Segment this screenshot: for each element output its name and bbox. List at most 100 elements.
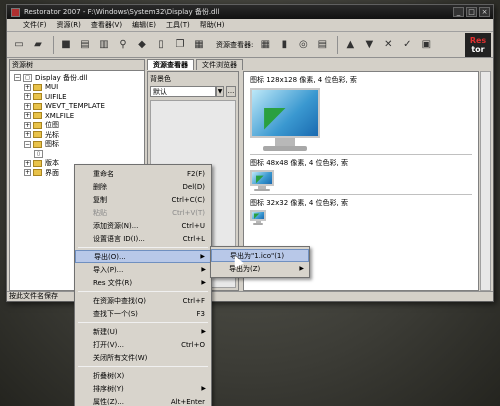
viewer-binary-icon[interactable]: ▮ (276, 37, 292, 53)
expand-icon[interactable]: + (24, 169, 31, 177)
background-label: 背景色 (150, 75, 171, 83)
menu-item-close-all[interactable]: 关闭所有文件(W) (75, 351, 211, 364)
expand-icon[interactable]: + (24, 83, 31, 91)
expand-icon[interactable]: + (24, 112, 31, 120)
submenu-arrow-icon: ▶ (200, 253, 205, 260)
tab-resource-viewer[interactable]: 资源查看器 (147, 59, 194, 70)
chevron-down-icon[interactable]: ▼ (216, 86, 224, 97)
search-icon[interactable]: ⚲ (115, 37, 131, 53)
tree-item-label: WEVT_TEMPLATE (45, 102, 105, 111)
folder-icon (33, 140, 42, 148)
cross-icon[interactable]: ✕ (380, 37, 396, 53)
paste-icon[interactable]: ▦ (191, 37, 207, 53)
monitor-icon-large: ◤ (250, 88, 320, 151)
tree-item-label: 图标 (45, 140, 59, 149)
folder-icon[interactable]: ▤ (77, 37, 93, 53)
divider (250, 194, 472, 195)
menu-tools[interactable]: 工具(T) (166, 20, 190, 30)
submenu-arrow-icon: ▶ (201, 279, 206, 286)
folder-icon (33, 102, 42, 110)
expand-icon[interactable]: + (24, 102, 31, 110)
menu-item-sort-tree[interactable]: 排序树(Y) ▶ (75, 382, 211, 395)
menu-item-import[interactable]: 导入(P)... ▶ (75, 263, 211, 276)
menu-item-open[interactable]: 打开(V)... Ctrl+O (75, 338, 211, 351)
folder-icon (33, 169, 42, 177)
collapse-icon[interactable]: − (24, 140, 31, 148)
open-folder-icon[interactable]: ▰ (30, 37, 46, 53)
viewer-text-icon[interactable]: ▤ (314, 37, 330, 53)
expand-icon[interactable]: + (24, 159, 31, 167)
tree-item[interactable]: − 图标 (14, 140, 144, 150)
stamp-icon[interactable]: ▣ (418, 37, 434, 53)
menu-edit[interactable]: 编辑(E) (132, 20, 156, 30)
check-icon[interactable]: ✓ (399, 37, 415, 53)
menu-item-export-as-file[interactable]: 导出为"1.ico"(1) (211, 249, 309, 262)
export-icon[interactable]: ▥ (96, 37, 112, 53)
minimize-button[interactable]: _ (453, 7, 464, 17)
tree-item[interactable]: + XMLFILE (14, 111, 144, 121)
menu-item-export-as[interactable]: 导出为(Z) ▶ (211, 262, 309, 275)
menu-item-properties[interactable]: 属性(Z)... Alt+Enter (75, 395, 211, 406)
resource-tree-header: 资源树 (10, 60, 144, 71)
toolbar-separator (53, 35, 54, 54)
menu-resource[interactable]: 资源(R) (57, 20, 81, 30)
menu-item-add-resource[interactable]: 添加资源(N)... Ctrl+U (75, 219, 211, 232)
menu-item-export[interactable]: 导出(O)... ▶ (75, 250, 211, 263)
tag-icon[interactable]: ◆ (134, 37, 150, 53)
menu-item-new[interactable]: 新建(U) ▶ (75, 325, 211, 338)
maximize-button[interactable]: □ (466, 7, 477, 17)
tree-item[interactable]: + UIFILE (14, 92, 144, 102)
tree-item[interactable]: + MUI (14, 83, 144, 93)
tree-item-label: XMLFILE (45, 111, 75, 120)
viewer-grid-icon[interactable]: ▦ (257, 37, 273, 53)
tab-file-browser[interactable]: 文件浏览器 (196, 59, 243, 70)
viewer-rc-icon[interactable]: ◎ (295, 37, 311, 53)
title-bar[interactable]: Restorator 2007 - F:\Windows\System32\Di… (7, 5, 493, 19)
expand-icon[interactable]: + (24, 131, 31, 139)
tree-item-label: 界面 (45, 168, 59, 177)
menu-item-collapse-tree[interactable]: 折叠树(X) (75, 369, 211, 382)
context-menu: 重命名 F2(F) 删除 Del(D) 复制 Ctrl+C(C) 粘贴 Ctrl+V(T… (74, 164, 212, 406)
menu-item-delete[interactable]: 删除 Del(D) (75, 180, 211, 193)
vertical-scrollbar[interactable] (480, 71, 491, 291)
tree-item-root[interactable]: − □ Display 备份.dll (14, 73, 144, 83)
toolbar-separator (337, 35, 339, 54)
tree-item[interactable]: + 位图 (14, 121, 144, 131)
menu-file[interactable]: 文件(F) (23, 20, 47, 30)
menu-item-set-language[interactable]: 设置语言 ID(I)... Ctrl+L (75, 232, 211, 245)
tree-item[interactable]: + WEVT_TEMPLATE (14, 102, 144, 112)
icon-size-label: 图标 128x128 像素, 4 位色彩, 索 (250, 76, 357, 84)
app-icon (11, 7, 20, 17)
menu-item-find-next[interactable]: 查找下一个(S) F3 (75, 307, 211, 320)
monitor-icon-medium: ◤ (250, 170, 274, 191)
menu-help[interactable]: 帮助(H) (200, 20, 225, 30)
tree-item-label: 版本 (45, 159, 59, 168)
arrow-up-icon[interactable]: ▲ (342, 37, 358, 53)
close-button[interactable]: × (479, 7, 490, 17)
menu-item-find[interactable]: 在资源中查找(Q) Ctrl+F (75, 294, 211, 307)
collapse-icon[interactable]: − (14, 74, 21, 82)
background-select[interactable]: 默认 (150, 86, 216, 97)
tree-item-selected[interactable]: ▯ (14, 149, 144, 159)
restorator-logo: Res tor (465, 33, 491, 57)
browse-button[interactable]: ... (226, 86, 236, 97)
menu-item-res-file[interactable]: Res 文件(R) ▶ (75, 276, 211, 289)
folder-icon (33, 159, 42, 167)
menu-viewer[interactable]: 查看器(V) (91, 20, 122, 30)
expand-icon[interactable]: + (24, 121, 31, 129)
folder-icon (33, 112, 42, 120)
new-file-icon[interactable]: ▭ (11, 37, 27, 53)
menu-item-copy[interactable]: 复制 Ctrl+C(C) (75, 193, 211, 206)
expand-icon[interactable]: + (24, 93, 31, 101)
tree-item[interactable]: + 光标 (14, 130, 144, 140)
arrow-down-icon[interactable]: ▼ (361, 37, 377, 53)
document-icon[interactable]: ▯ (153, 37, 169, 53)
icon-size-label: 图标 32x32 像素, 4 位色彩, 索 (250, 199, 348, 207)
menu-item-paste: 粘贴 Ctrl+V(T) (93, 208, 205, 217)
copy-icon[interactable]: ❐ (172, 37, 188, 53)
submenu-arrow-icon: ▶ (201, 328, 206, 335)
save-icon[interactable]: ■ (58, 37, 74, 53)
submenu-arrow-icon: ▶ (201, 266, 206, 273)
menu-item-rename[interactable]: 重命名 F2(F) (75, 167, 211, 180)
export-submenu: 导出为"1.ico"(1) 导出为(Z) ▶ (210, 246, 310, 278)
